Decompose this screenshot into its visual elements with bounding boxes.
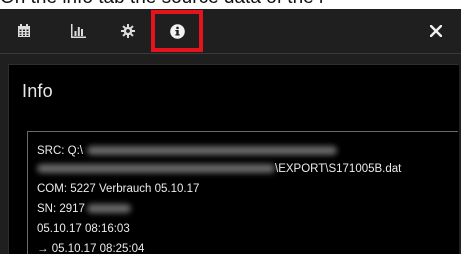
end-time-line: → 05.10.17 08:25:04 bbox=[37, 243, 144, 254]
settings-tab[interactable] bbox=[110, 13, 146, 49]
src-label: SRC: Q:\ bbox=[37, 145, 84, 157]
info-title: Info bbox=[22, 81, 53, 101]
start-time: 05.10.17 08:16:03 bbox=[37, 223, 130, 235]
sn-label: SN: 2917 bbox=[37, 203, 85, 215]
redacted-path-1 bbox=[87, 146, 338, 156]
bar-chart-icon bbox=[70, 24, 86, 38]
info-sheet: Info SRC: Q:\ \EXPORT\S171005B.dat COM: … bbox=[8, 64, 459, 254]
sn-line: SN: 2917 bbox=[37, 203, 131, 215]
calendar-icon bbox=[17, 24, 31, 38]
info-tab[interactable] bbox=[151, 10, 203, 52]
close-button[interactable] bbox=[418, 13, 454, 49]
src-line-2: \EXPORT\S171005B.dat bbox=[37, 163, 401, 175]
toolbar bbox=[0, 9, 461, 53]
gear-icon bbox=[121, 24, 135, 38]
info-panel: Info SRC: Q:\ \EXPORT\S171005B.dat COM: … bbox=[0, 9, 461, 254]
redacted-serial bbox=[86, 204, 131, 214]
arrow-right-icon: → bbox=[37, 243, 49, 254]
src-line: SRC: Q:\ bbox=[37, 145, 338, 157]
close-icon bbox=[430, 25, 442, 37]
src-suffix: \EXPORT\S171005B.dat bbox=[275, 163, 402, 175]
end-time: 05.10.17 08:25:04 bbox=[51, 243, 145, 254]
redacted-path-2 bbox=[37, 164, 275, 174]
com-line: COM: 5227 Verbrauch 05.10.17 bbox=[37, 183, 200, 195]
toolbar-divider bbox=[0, 53, 461, 54]
source-info-box: SRC: Q:\ \EXPORT\S171005B.dat COM: 5227 … bbox=[27, 131, 458, 254]
calendar-tab[interactable] bbox=[6, 13, 42, 49]
chart-tab[interactable] bbox=[60, 13, 96, 49]
info-icon bbox=[169, 23, 185, 39]
page-caption: On the info tab the source data of the i bbox=[0, 0, 461, 9]
